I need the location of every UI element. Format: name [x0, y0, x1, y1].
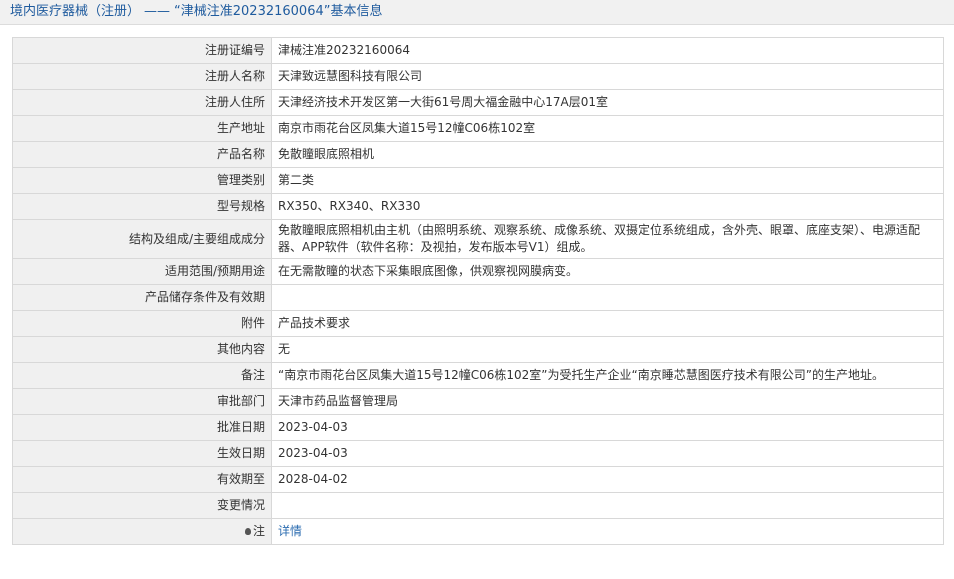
table-row: 产品名称 免散瞳眼底照相机 [12, 141, 944, 168]
row-label: 有效期至 [12, 466, 272, 493]
row-value: 2028-04-02 [271, 466, 944, 493]
table-row: 审批部门 天津市药品监督管理局 [12, 388, 944, 415]
row-label: 生效日期 [12, 440, 272, 467]
row-value: 免散瞳眼底照相机由主机（由照明系统、观察系统、成像系统、双摄定位系统组成，含外壳… [271, 219, 944, 259]
row-label: 变更情况 [12, 492, 272, 519]
row-value: 第二类 [271, 167, 944, 194]
page-header: 境内医疗器械（注册） —— “津械注准20232160064”基本信息 [0, 0, 954, 25]
row-label: 批准日期 [12, 414, 272, 441]
row-value: RX350、RX340、RX330 [271, 193, 944, 220]
row-label: 生产地址 [12, 115, 272, 142]
table-row: 备注 “南京市雨花台区凤集大道15号12幢C06栋102室”为受托生产企业“南京… [12, 362, 944, 389]
table-row: 变更情况 [12, 492, 944, 519]
info-table: 注册证编号 津械注准20232160064 注册人名称 天津致远慧图科技有限公司… [12, 37, 944, 545]
row-value: “南京市雨花台区凤集大道15号12幢C06栋102室”为受托生产企业“南京睡芯慧… [271, 362, 944, 389]
row-value: 2023-04-03 [271, 414, 944, 441]
row-value [271, 284, 944, 311]
row-label: 型号规格 [12, 193, 272, 220]
table-row: 适用范围/预期用途 在无需散瞳的状态下采集眼底图像，供观察视网膜病变。 [12, 258, 944, 285]
header-category: 境内医疗器械（注册） [10, 4, 141, 19]
table-row: 型号规格 RX350、RX340、RX330 [12, 193, 944, 220]
note-value-cell: 详情 [271, 518, 944, 545]
row-value: 无 [271, 336, 944, 363]
table-row: 生效日期 2023-04-03 [12, 440, 944, 467]
row-value: 免散瞳眼底照相机 [271, 141, 944, 168]
row-label: 管理类别 [12, 167, 272, 194]
table-row: 生产地址 南京市雨花台区凤集大道15号12幢C06栋102室 [12, 115, 944, 142]
note-label-cell: 注 [12, 518, 272, 545]
row-value: 南京市雨花台区凤集大道15号12幢C06栋102室 [271, 115, 944, 142]
table-row: 附件 产品技术要求 [12, 310, 944, 337]
row-value: 2023-04-03 [271, 440, 944, 467]
header-separator: —— [144, 4, 171, 19]
row-label: 备注 [12, 362, 272, 389]
table-row: 注册人名称 天津致远慧图科技有限公司 [12, 63, 944, 90]
table-row-note: 注 详情 [12, 518, 944, 545]
details-link[interactable]: 详情 [278, 524, 302, 538]
bulb-icon [244, 528, 251, 535]
row-label: 审批部门 [12, 388, 272, 415]
row-label: 附件 [12, 310, 272, 337]
row-label: 注册人住所 [12, 89, 272, 116]
row-value: 在无需散瞳的状态下采集眼底图像，供观察视网膜病变。 [271, 258, 944, 285]
table-row: 有效期至 2028-04-02 [12, 466, 944, 493]
table-row: 管理类别 第二类 [12, 167, 944, 194]
row-label: 注册证编号 [12, 37, 272, 64]
row-value: 天津致远慧图科技有限公司 [271, 63, 944, 90]
row-label: 其他内容 [12, 336, 272, 363]
row-label: 注册人名称 [12, 63, 272, 90]
table-row: 产品储存条件及有效期 [12, 284, 944, 311]
note-label: 注 [252, 524, 265, 538]
table-row: 注册证编号 津械注准20232160064 [12, 37, 944, 64]
row-label: 结构及组成/主要组成成分 [12, 219, 272, 259]
row-value: 天津经济技术开发区第一大街61号周大福金融中心17A层01室 [271, 89, 944, 116]
row-value: 天津市药品监督管理局 [271, 388, 944, 415]
table-row: 结构及组成/主要组成成分 免散瞳眼底照相机由主机（由照明系统、观察系统、成像系统… [12, 219, 944, 259]
header-suffix: 基本信息 [330, 4, 383, 19]
row-label: 适用范围/预期用途 [12, 258, 272, 285]
row-label: 产品名称 [12, 141, 272, 168]
row-value: 产品技术要求 [271, 310, 944, 337]
row-label: 产品储存条件及有效期 [12, 284, 272, 311]
table-row: 批准日期 2023-04-03 [12, 414, 944, 441]
header-registration-title: “津械注准20232160064” [174, 4, 331, 19]
table-row: 注册人住所 天津经济技术开发区第一大街61号周大福金融中心17A层01室 [12, 89, 944, 116]
table-row: 其他内容 无 [12, 336, 944, 363]
row-value: 津械注准20232160064 [271, 37, 944, 64]
row-value [271, 492, 944, 519]
